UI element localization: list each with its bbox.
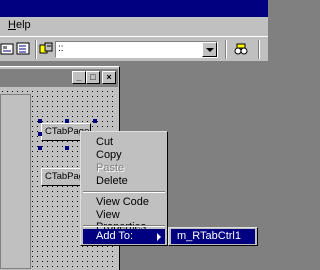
selection-handle[interactable] — [65, 146, 69, 150]
menu-help-label: elp — [15, 19, 31, 31]
maximize-button[interactable]: □ — [86, 71, 100, 84]
class-combo-value: :: — [58, 43, 64, 54]
selection-handle[interactable] — [93, 119, 97, 123]
submenu-arrow-icon — [157, 233, 161, 241]
menu-separator — [83, 191, 165, 193]
menu-item-copy[interactable]: Copy — [83, 149, 165, 161]
menu-help-mnemonic: H — [8, 19, 16, 31]
find-icon[interactable] — [233, 41, 249, 57]
toolbar-separator — [35, 40, 37, 59]
menu-item-view-properties[interactable]: View Properties — [83, 209, 165, 233]
toolbar: :: — [0, 36, 268, 62]
tab-control[interactable] — [0, 94, 31, 269]
class-wizard-icon[interactable] — [38, 41, 54, 57]
menu-item-view-code[interactable]: View Code — [83, 196, 165, 208]
menu-help[interactable]: Help — [8, 19, 31, 31]
selection-handle[interactable] — [38, 132, 42, 136]
close-button[interactable]: × — [102, 71, 116, 84]
menu-separator — [83, 225, 165, 227]
dialog-editor-caption: _ □ × — [0, 69, 118, 87]
selection-handle[interactable] — [38, 119, 42, 123]
toolbar-separator — [258, 40, 260, 59]
context-menu: Cut Copy Paste Delete View Code View Pro… — [80, 131, 168, 246]
tab-order-icon[interactable] — [16, 41, 32, 57]
add-to-submenu: m_RTabCtrl1 — [168, 227, 258, 246]
class-combo-box[interactable]: :: — [55, 41, 218, 58]
menu-item-paste: Paste — [96, 162, 125, 174]
dialog-layout-icon[interactable] — [0, 41, 16, 57]
menu-item-delete[interactable]: Delete — [83, 175, 165, 187]
selection-handle[interactable] — [38, 146, 42, 150]
selection-handle[interactable] — [65, 119, 69, 123]
menu-item-cut[interactable]: Cut — [83, 136, 165, 148]
chevron-down-icon[interactable] — [202, 42, 217, 57]
menu-bar: Help — [0, 17, 268, 36]
menu-item-add-to[interactable]: Add To: — [83, 229, 165, 244]
app-title-bar — [0, 0, 268, 17]
toolbar-separator — [225, 40, 227, 59]
submenu-item-m-rtabctrl1[interactable]: m_RTabCtrl1 — [171, 229, 255, 244]
menu-item-add-to-label: Add To: — [96, 230, 134, 242]
minimize-button[interactable]: _ — [72, 71, 86, 84]
